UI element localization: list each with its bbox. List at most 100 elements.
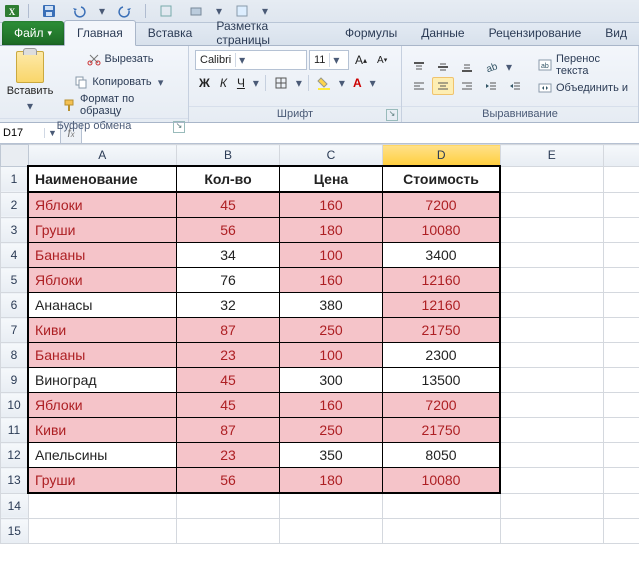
tab-insert[interactable]: Вставка bbox=[136, 21, 205, 45]
cell-B14[interactable] bbox=[177, 493, 280, 519]
tab-formulas[interactable]: Формулы bbox=[333, 21, 409, 45]
cell-D9[interactable]: 13500 bbox=[383, 368, 501, 393]
cell-F15[interactable] bbox=[604, 519, 639, 544]
grow-font-button[interactable]: A▴ bbox=[351, 51, 371, 69]
cell-A7[interactable]: Киви bbox=[28, 318, 177, 343]
cell-C14[interactable] bbox=[280, 493, 383, 519]
cell-E7[interactable] bbox=[500, 318, 604, 343]
cell-C11[interactable]: 250 bbox=[280, 418, 383, 443]
cell-E15[interactable] bbox=[500, 519, 604, 544]
select-all-corner[interactable] bbox=[1, 145, 29, 167]
paste-button[interactable]: Вставить ▾ bbox=[6, 49, 54, 115]
cell-E14[interactable] bbox=[500, 493, 604, 519]
row-header-10[interactable]: 10 bbox=[1, 393, 29, 418]
col-header-F[interactable]: F bbox=[604, 145, 639, 167]
row-header-3[interactable]: 3 bbox=[1, 218, 29, 243]
wrap-text-button[interactable]: ab Перенос текста bbox=[534, 54, 632, 76]
undo-dropdown[interactable]: ▾ bbox=[97, 4, 107, 18]
underline-button[interactable]: Ч bbox=[233, 74, 249, 92]
shrink-font-button[interactable]: A▾ bbox=[373, 53, 391, 68]
qat-btn-1[interactable] bbox=[154, 1, 178, 21]
cell-C15[interactable] bbox=[280, 519, 383, 544]
cell-A10[interactable]: Яблоки bbox=[28, 393, 177, 418]
cell-B3[interactable]: 56 bbox=[177, 218, 280, 243]
qat-customize[interactable]: ▾ bbox=[260, 4, 270, 18]
cell-E11[interactable] bbox=[500, 418, 604, 443]
cell-C10[interactable]: 160 bbox=[280, 393, 383, 418]
cell-E6[interactable] bbox=[500, 293, 604, 318]
cell-D12[interactable]: 8050 bbox=[383, 443, 501, 468]
cell-D15[interactable] bbox=[383, 519, 501, 544]
redo-icon[interactable] bbox=[113, 1, 137, 21]
cell-E4[interactable] bbox=[500, 243, 604, 268]
cell-F2[interactable] bbox=[604, 192, 639, 218]
qat-btn-3[interactable] bbox=[230, 1, 254, 21]
underline-dropdown[interactable]: ▾ bbox=[251, 76, 261, 90]
row-header-15[interactable]: 15 bbox=[1, 519, 29, 544]
qat-dropdown-1[interactable]: ▾ bbox=[214, 4, 224, 18]
cell-A5[interactable]: Яблоки bbox=[28, 268, 177, 293]
tab-review[interactable]: Рецензирование bbox=[477, 21, 594, 45]
cell-B6[interactable]: 32 bbox=[177, 293, 280, 318]
row-header-13[interactable]: 13 bbox=[1, 468, 29, 494]
cell-F8[interactable] bbox=[604, 343, 639, 368]
clipboard-dialog-launcher[interactable]: ↘ bbox=[173, 121, 185, 133]
row-header-1[interactable]: 1 bbox=[1, 166, 29, 192]
cell-E3[interactable] bbox=[500, 218, 604, 243]
cell-F14[interactable] bbox=[604, 493, 639, 519]
align-bottom-button[interactable] bbox=[456, 58, 478, 76]
cell-F6[interactable] bbox=[604, 293, 639, 318]
cell-D7[interactable]: 21750 bbox=[383, 318, 501, 343]
cell-B12[interactable]: 23 bbox=[177, 443, 280, 468]
cell-C8[interactable]: 100 bbox=[280, 343, 383, 368]
row-header-6[interactable]: 6 bbox=[1, 293, 29, 318]
save-icon[interactable] bbox=[37, 1, 61, 21]
cell-B9[interactable]: 45 bbox=[177, 368, 280, 393]
cell-C9[interactable]: 300 bbox=[280, 368, 383, 393]
cell-C12[interactable]: 350 bbox=[280, 443, 383, 468]
font-color-dropdown[interactable]: ▾ bbox=[368, 76, 378, 90]
cell-D1[interactable]: Стоимость bbox=[383, 166, 501, 192]
italic-button[interactable]: К bbox=[216, 74, 231, 92]
cell-D13[interactable]: 10080 bbox=[383, 468, 501, 494]
cell-B13[interactable]: 56 bbox=[177, 468, 280, 494]
orientation-dropdown[interactable]: ▾ bbox=[504, 60, 514, 74]
tab-page-layout[interactable]: Разметка страницы bbox=[204, 21, 333, 45]
cell-C3[interactable]: 180 bbox=[280, 218, 383, 243]
align-top-button[interactable] bbox=[408, 58, 430, 76]
cell-C6[interactable]: 380 bbox=[280, 293, 383, 318]
align-middle-button[interactable] bbox=[432, 58, 454, 76]
cell-E12[interactable] bbox=[500, 443, 604, 468]
align-center-button[interactable] bbox=[432, 77, 454, 95]
cell-D5[interactable]: 12160 bbox=[383, 268, 501, 293]
tab-view[interactable]: Вид bbox=[593, 21, 639, 45]
cell-E13[interactable] bbox=[500, 468, 604, 494]
cell-B4[interactable]: 34 bbox=[177, 243, 280, 268]
cell-D14[interactable] bbox=[383, 493, 501, 519]
cell-F11[interactable] bbox=[604, 418, 639, 443]
row-header-5[interactable]: 5 bbox=[1, 268, 29, 293]
cell-B11[interactable]: 87 bbox=[177, 418, 280, 443]
cell-A4[interactable]: Бананы bbox=[28, 243, 177, 268]
fill-color-button[interactable] bbox=[313, 74, 335, 92]
increase-indent-button[interactable] bbox=[504, 77, 526, 95]
cell-F7[interactable] bbox=[604, 318, 639, 343]
row-header-8[interactable]: 8 bbox=[1, 343, 29, 368]
cell-E8[interactable] bbox=[500, 343, 604, 368]
cell-A9[interactable]: Виноград bbox=[28, 368, 177, 393]
cell-F4[interactable] bbox=[604, 243, 639, 268]
cell-F10[interactable] bbox=[604, 393, 639, 418]
merge-center-button[interactable]: Объединить и bbox=[534, 77, 632, 99]
row-header-11[interactable]: 11 bbox=[1, 418, 29, 443]
cell-C4[interactable]: 100 bbox=[280, 243, 383, 268]
font-size-combo[interactable]: 11▾ bbox=[309, 50, 349, 70]
cell-C1[interactable]: Цена bbox=[280, 166, 383, 192]
cell-B1[interactable]: Кол-во bbox=[177, 166, 280, 192]
cell-F9[interactable] bbox=[604, 368, 639, 393]
borders-button[interactable] bbox=[270, 74, 292, 92]
row-header-12[interactable]: 12 bbox=[1, 443, 29, 468]
cell-B2[interactable]: 45 bbox=[177, 192, 280, 218]
cell-C5[interactable]: 160 bbox=[280, 268, 383, 293]
cell-F5[interactable] bbox=[604, 268, 639, 293]
col-header-D[interactable]: D bbox=[383, 145, 501, 167]
